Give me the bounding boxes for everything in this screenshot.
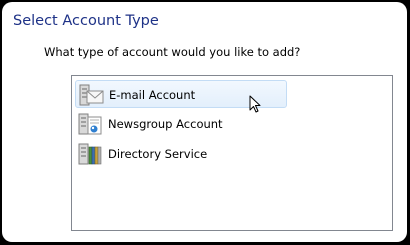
directory-service-icon bbox=[78, 143, 102, 165]
list-item-label: Newsgroup Account bbox=[108, 117, 223, 131]
mouse-pointer-icon bbox=[249, 95, 261, 113]
list-item-label: Directory Service bbox=[108, 147, 208, 161]
account-type-list[interactable]: E-mail Account Newsgroup Account Directo… bbox=[71, 75, 393, 231]
newsgroup-account-icon bbox=[78, 113, 102, 135]
list-item-label: E-mail Account bbox=[109, 88, 196, 102]
email-account-icon bbox=[79, 84, 104, 106]
list-item-directory-service[interactable]: Directory Service bbox=[75, 140, 287, 168]
dialog-window: Select Account Type What type of account… bbox=[2, 2, 407, 242]
page-title: Select Account Type bbox=[13, 13, 159, 29]
account-type-prompt: What type of account would you like to a… bbox=[44, 45, 301, 59]
